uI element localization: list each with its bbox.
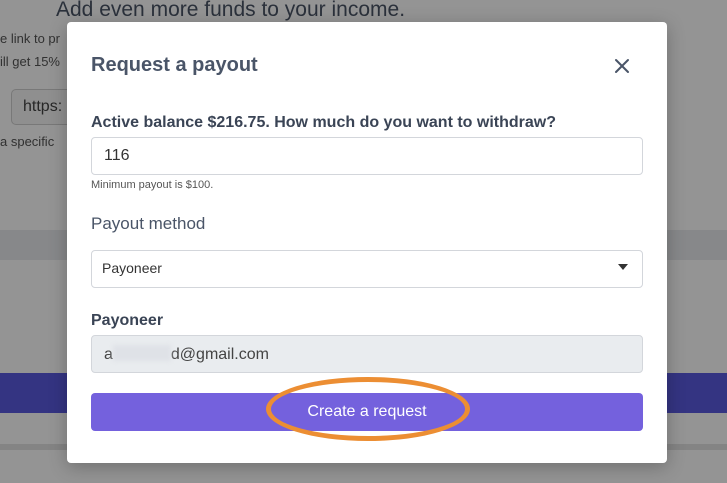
- caret-down-icon: [618, 264, 628, 270]
- payout-method-value: Payoneer: [102, 260, 162, 276]
- close-icon[interactable]: [611, 55, 633, 77]
- email-suffix: d@gmail.com: [170, 346, 269, 363]
- payoneer-email-field: a d@gmail.com: [91, 335, 643, 373]
- amount-input[interactable]: [91, 137, 643, 175]
- redacted-blur: [112, 345, 171, 361]
- create-request-button[interactable]: Create a request: [91, 393, 643, 431]
- modal-title: Request a payout: [91, 54, 258, 76]
- payout-modal: Request a payout Active balance $216.75.…: [67, 22, 667, 463]
- email-prefix: a: [104, 346, 113, 363]
- payout-method-select[interactable]: Payoneer: [91, 250, 643, 288]
- amount-label: Active balance $216.75. How much do you …: [91, 114, 556, 131]
- payout-method-label: Payout method: [91, 214, 206, 233]
- payoneer-email-label: Payoneer: [91, 312, 164, 329]
- amount-hint: Minimum payout is $100.: [91, 179, 214, 191]
